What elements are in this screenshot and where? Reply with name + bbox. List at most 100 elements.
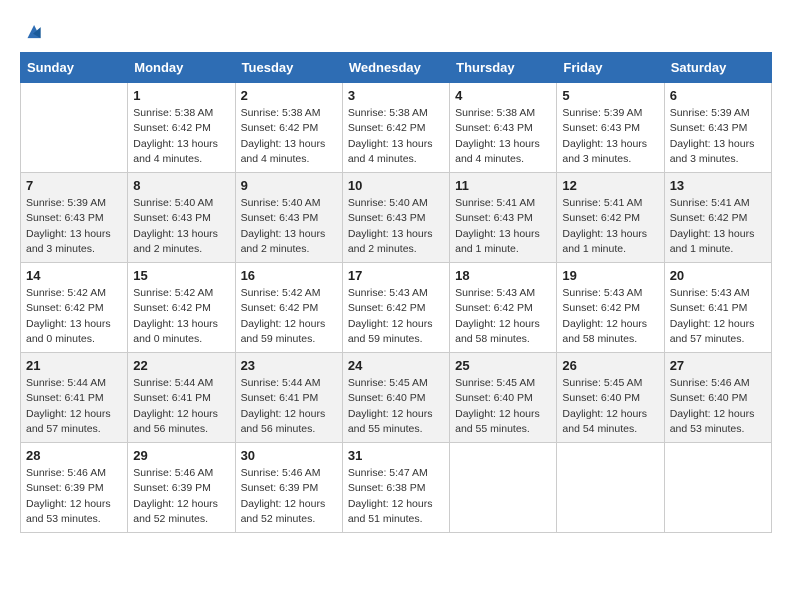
day-info: Sunrise: 5:46 AMSunset: 6:39 PMDaylight:… xyxy=(133,466,229,527)
day-number: 15 xyxy=(133,268,229,283)
weekday-header: Monday xyxy=(128,53,235,83)
day-info: Sunrise: 5:38 AMSunset: 6:43 PMDaylight:… xyxy=(455,106,551,167)
day-number: 30 xyxy=(241,448,337,463)
day-info: Sunrise: 5:40 AMSunset: 6:43 PMDaylight:… xyxy=(241,196,337,257)
day-info: Sunrise: 5:40 AMSunset: 6:43 PMDaylight:… xyxy=(348,196,444,257)
calendar-cell: 3 Sunrise: 5:38 AMSunset: 6:42 PMDaylight… xyxy=(342,83,449,173)
day-info: Sunrise: 5:44 AMSunset: 6:41 PMDaylight:… xyxy=(26,376,122,437)
calendar-cell: 14 Sunrise: 5:42 AMSunset: 6:42 PMDayligh… xyxy=(21,263,128,353)
day-number: 4 xyxy=(455,88,551,103)
day-number: 20 xyxy=(670,268,766,283)
day-info: Sunrise: 5:41 AMSunset: 6:43 PMDaylight:… xyxy=(455,196,551,257)
day-info: Sunrise: 5:47 AMSunset: 6:38 PMDaylight:… xyxy=(348,466,444,527)
calendar-cell: 17 Sunrise: 5:43 AMSunset: 6:42 PMDayligh… xyxy=(342,263,449,353)
calendar-header-row: SundayMondayTuesdayWednesdayThursdayFrid… xyxy=(21,53,772,83)
day-info: Sunrise: 5:46 AMSunset: 6:40 PMDaylight:… xyxy=(670,376,766,437)
weekday-header: Wednesday xyxy=(342,53,449,83)
calendar-cell: 6 Sunrise: 5:39 AMSunset: 6:43 PMDaylight… xyxy=(664,83,771,173)
day-info: Sunrise: 5:42 AMSunset: 6:42 PMDaylight:… xyxy=(241,286,337,347)
calendar-cell: 24 Sunrise: 5:45 AMSunset: 6:40 PMDayligh… xyxy=(342,353,449,443)
day-number: 3 xyxy=(348,88,444,103)
day-info: Sunrise: 5:42 AMSunset: 6:42 PMDaylight:… xyxy=(26,286,122,347)
day-number: 26 xyxy=(562,358,658,373)
calendar-cell: 9 Sunrise: 5:40 AMSunset: 6:43 PMDaylight… xyxy=(235,173,342,263)
day-info: Sunrise: 5:43 AMSunset: 6:42 PMDaylight:… xyxy=(348,286,444,347)
calendar-cell: 1 Sunrise: 5:38 AMSunset: 6:42 PMDaylight… xyxy=(128,83,235,173)
calendar-cell: 31 Sunrise: 5:47 AMSunset: 6:38 PMDayligh… xyxy=(342,443,449,533)
calendar-cell: 12 Sunrise: 5:41 AMSunset: 6:42 PMDayligh… xyxy=(557,173,664,263)
calendar-cell: 18 Sunrise: 5:43 AMSunset: 6:42 PMDayligh… xyxy=(450,263,557,353)
day-number: 21 xyxy=(26,358,122,373)
day-number: 14 xyxy=(26,268,122,283)
day-info: Sunrise: 5:45 AMSunset: 6:40 PMDaylight:… xyxy=(348,376,444,437)
calendar-table: SundayMondayTuesdayWednesdayThursdayFrid… xyxy=(20,52,772,533)
calendar-cell: 5Sunrise: 5:39 AMSunset: 6:43 PMDaylight… xyxy=(557,83,664,173)
day-number: 11 xyxy=(455,178,551,193)
day-info: Sunrise: 5:38 AMSunset: 6:42 PMDaylight:… xyxy=(241,106,337,167)
calendar-week-row: 1 Sunrise: 5:38 AMSunset: 6:42 PMDaylight… xyxy=(21,83,772,173)
day-info: Sunrise: 5:43 AMSunset: 6:42 PMDaylight:… xyxy=(455,286,551,347)
logo-text xyxy=(20,20,44,46)
day-number: 13 xyxy=(670,178,766,193)
day-number: 27 xyxy=(670,358,766,373)
day-number: 12 xyxy=(562,178,658,193)
calendar-week-row: 28 Sunrise: 5:46 AMSunset: 6:39 PMDayligh… xyxy=(21,443,772,533)
day-info: Sunrise: 5:41 AMSunset: 6:42 PMDaylight:… xyxy=(562,196,658,257)
calendar-cell: 2 Sunrise: 5:38 AMSunset: 6:42 PMDaylight… xyxy=(235,83,342,173)
day-number: 25 xyxy=(455,358,551,373)
weekday-header: Thursday xyxy=(450,53,557,83)
day-info: Sunrise: 5:38 AMSunset: 6:42 PMDaylight:… xyxy=(348,106,444,167)
day-info: Sunrise: 5:44 AMSunset: 6:41 PMDaylight:… xyxy=(133,376,229,437)
day-number: 10 xyxy=(348,178,444,193)
day-info: Sunrise: 5:43 AMSunset: 6:41 PMDaylight:… xyxy=(670,286,766,347)
calendar-cell xyxy=(21,83,128,173)
day-number: 2 xyxy=(241,88,337,103)
calendar-cell: 30 Sunrise: 5:46 AMSunset: 6:39 PMDayligh… xyxy=(235,443,342,533)
day-info: Sunrise: 5:39 AMSunset: 6:43 PMDaylight:… xyxy=(562,106,658,167)
day-number: 22 xyxy=(133,358,229,373)
day-info: Sunrise: 5:46 AMSunset: 6:39 PMDaylight:… xyxy=(26,466,122,527)
day-info: Sunrise: 5:46 AMSunset: 6:39 PMDaylight:… xyxy=(241,466,337,527)
day-info: Sunrise: 5:38 AMSunset: 6:42 PMDaylight:… xyxy=(133,106,229,167)
calendar-cell: 25 Sunrise: 5:45 AMSunset: 6:40 PMDayligh… xyxy=(450,353,557,443)
day-info: Sunrise: 5:41 AMSunset: 6:42 PMDaylight:… xyxy=(670,196,766,257)
calendar-cell: 4 Sunrise: 5:38 AMSunset: 6:43 PMDaylight… xyxy=(450,83,557,173)
calendar-cell: 26 Sunrise: 5:45 AMSunset: 6:40 PMDayligh… xyxy=(557,353,664,443)
day-number: 31 xyxy=(348,448,444,463)
day-info: Sunrise: 5:44 AMSunset: 6:41 PMDaylight:… xyxy=(241,376,337,437)
calendar-cell: 23 Sunrise: 5:44 AMSunset: 6:41 PMDayligh… xyxy=(235,353,342,443)
logo-icon xyxy=(22,20,44,42)
day-number: 9 xyxy=(241,178,337,193)
calendar-cell xyxy=(664,443,771,533)
day-number: 23 xyxy=(241,358,337,373)
day-number: 29 xyxy=(133,448,229,463)
day-info: Sunrise: 5:43 AMSunset: 6:42 PMDaylight:… xyxy=(562,286,658,347)
day-info: Sunrise: 5:39 AMSunset: 6:43 PMDaylight:… xyxy=(670,106,766,167)
day-info: Sunrise: 5:45 AMSunset: 6:40 PMDaylight:… xyxy=(562,376,658,437)
day-number: 18 xyxy=(455,268,551,283)
weekday-header: Tuesday xyxy=(235,53,342,83)
day-number: 1 xyxy=(133,88,229,103)
calendar-cell: 16Sunrise: 5:42 AMSunset: 6:42 PMDayligh… xyxy=(235,263,342,353)
day-number: 17 xyxy=(348,268,444,283)
weekday-header: Sunday xyxy=(21,53,128,83)
calendar-cell: 13 Sunrise: 5:41 AMSunset: 6:42 PMDayligh… xyxy=(664,173,771,263)
day-number: 19 xyxy=(562,268,658,283)
calendar-cell: 11 Sunrise: 5:41 AMSunset: 6:43 PMDayligh… xyxy=(450,173,557,263)
calendar-cell: 29 Sunrise: 5:46 AMSunset: 6:39 PMDayligh… xyxy=(128,443,235,533)
day-info: Sunrise: 5:39 AMSunset: 6:43 PMDaylight:… xyxy=(26,196,122,257)
calendar-cell xyxy=(557,443,664,533)
day-number: 24 xyxy=(348,358,444,373)
calendar-cell xyxy=(450,443,557,533)
calendar-cell: 8Sunrise: 5:40 AMSunset: 6:43 PMDaylight… xyxy=(128,173,235,263)
day-number: 28 xyxy=(26,448,122,463)
calendar-cell: 28 Sunrise: 5:46 AMSunset: 6:39 PMDayligh… xyxy=(21,443,128,533)
day-number: 7 xyxy=(26,178,122,193)
calendar-cell: 7 Sunrise: 5:39 AMSunset: 6:43 PMDaylight… xyxy=(21,173,128,263)
day-number: 6 xyxy=(670,88,766,103)
calendar-week-row: 14 Sunrise: 5:42 AMSunset: 6:42 PMDayligh… xyxy=(21,263,772,353)
calendar-cell: 10 Sunrise: 5:40 AMSunset: 6:43 PMDayligh… xyxy=(342,173,449,263)
day-info: Sunrise: 5:40 AMSunset: 6:43 PMDaylight:… xyxy=(133,196,229,257)
day-info: Sunrise: 5:45 AMSunset: 6:40 PMDaylight:… xyxy=(455,376,551,437)
calendar-cell: 27 Sunrise: 5:46 AMSunset: 6:40 PMDayligh… xyxy=(664,353,771,443)
